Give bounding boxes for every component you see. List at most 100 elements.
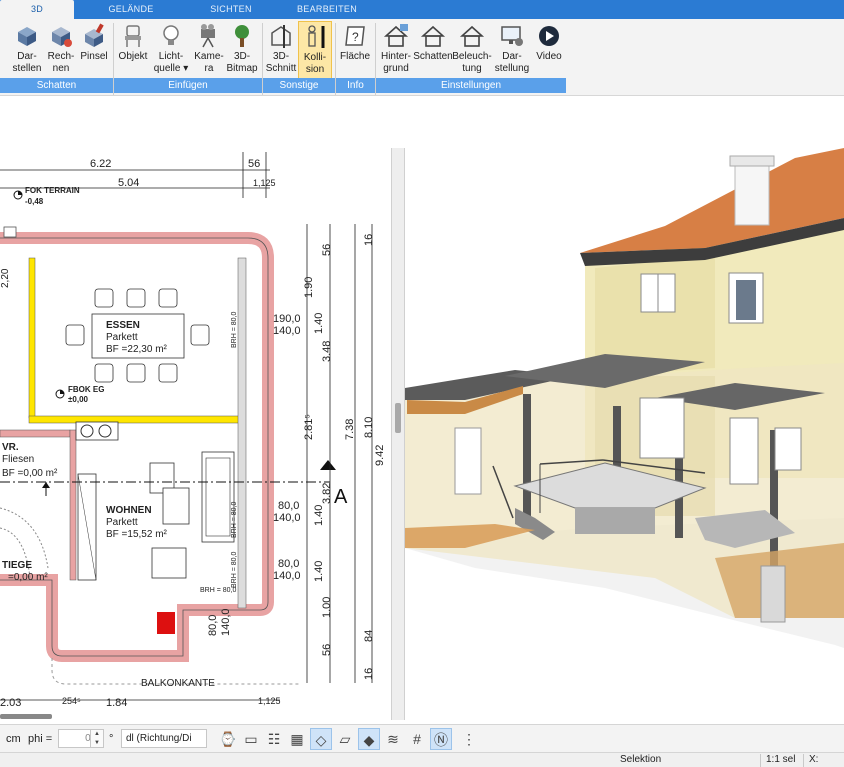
house-lighting-icon [459,25,485,47]
tab-sichten[interactable]: SICHTEN [198,0,264,19]
brush-cube-icon [85,23,104,47]
floor-plan-view[interactable]: 6.22 5.04 56 1,125 FOK TERRAIN -0,48 2,2… [0,148,391,720]
phi-stepper[interactable]: ▲ ▼ [90,729,104,748]
north-icon[interactable]: Ⓝ [430,728,452,750]
dim-left: 2,20 [0,268,11,288]
video-button[interactable]: Video [532,21,566,79]
splitter-grip[interactable] [395,403,401,433]
group-label-schatten: Schatten [0,78,113,93]
dim-right-5: 3.48 [321,341,333,362]
dim-bottom-1: 2.03 [0,697,21,709]
window-label-1: 190,0 [273,313,301,325]
hidden-line-icon[interactable]: ▱ [334,728,356,750]
ribbon: Dar-stellen Rech-nen Pinsel Objekt Licht… [0,19,844,96]
dim-bottom-3: 1.84 [106,697,127,709]
degree-label: ° [109,733,114,745]
darstellung-button[interactable]: Dar-stellung [492,21,532,79]
monitor-settings-icon [501,26,523,46]
brh-label-3: BRH = 80,0 [231,552,238,588]
hintergrund-button[interactable]: Hinter-grund [377,21,415,79]
dim-right-15: 56 [321,644,333,656]
rechnen-button[interactable]: Rech-nen [44,21,78,79]
unit-label: cm [6,733,21,745]
3d-bitmap-button[interactable]: 3D- Bitmap [224,21,260,79]
status-divider [760,754,761,767]
beleuchtung-button[interactable]: Beleuch-tung [452,21,492,79]
window-label-3: 80,0 [278,500,299,512]
tab-3d[interactable]: 3D [0,0,74,19]
3d-schnitt-button[interactable]: 3D- Schnitt [264,21,298,79]
paint-icon[interactable]: ▦ [286,728,308,750]
dim-top-2: 5.04 [118,177,139,189]
room-floor-wohnen: Parkett [106,517,138,528]
phi-label: phi = [28,733,53,745]
texture-icon[interactable]: ≋ [382,728,404,750]
status-divider [803,754,804,767]
camera-icon [201,24,215,48]
status-scale: 1:1 sel [766,754,796,765]
dim-right-8: 8.10 [363,417,375,438]
room-name-essen: ESSEN [106,320,140,331]
dim-bottom-2: 254⁵ [62,696,81,706]
brh-label-4: BRH = 80,0 [200,587,236,594]
window-label-2: 140,0 [273,325,301,337]
status-mode: Selektion [620,754,662,765]
terrain-value: -0,48 [25,197,44,206]
group-label-einfuegen: Einfügen [114,78,262,93]
lichtquelle-button[interactable]: Licht-quelle ▾ [152,21,190,79]
clock-icon[interactable]: ⌚ [217,728,239,750]
room-name-stiege: TIEGE [2,560,32,571]
svg-text:?: ? [352,30,359,44]
kollision-button[interactable]: Kolli-sion [298,21,332,79]
room-name-wohnen: WOHNEN [106,505,152,516]
scrollbar-thumb[interactable] [0,714,52,719]
house-background-icon [383,24,409,47]
status-x-coordinate: X: [809,754,819,765]
dim-right-7: 7.38 [344,419,356,440]
wireframe-view-icon[interactable]: ◇ [310,728,332,750]
dim-right-11: 1.40 [313,505,325,526]
room-area-stiege: =0,00 m² [8,572,48,583]
pinsel-button[interactable]: Pinsel [78,21,110,79]
flaeche-button[interactable]: ? Fläche [337,21,373,79]
collision-person-icon [308,25,325,48]
cube-display-icon [18,27,36,46]
room-floor-vr: Fliesen [2,454,34,465]
area-info-icon: ? [345,26,365,46]
dim-right-2: 56 [321,244,333,256]
room-area-essen: BF =22,30 m² [106,344,168,355]
dim-right-6: 2.81⁵ [303,414,315,440]
group-label-sonstige: Sonstige [263,78,335,93]
dim-top-4: 1,125 [253,178,276,188]
fbok-label: FBOK EG [68,385,104,394]
dim-bottom-4: 1,125 [258,696,281,706]
kamera-button[interactable]: Kame-ra [192,21,226,79]
bottom-toolbar: cm phi = 0,0 ▲▼ ° dl (Richtung/Di ⌚ ▭ ☷ … [0,724,844,752]
video-play-icon [539,26,559,46]
cube-calculate-icon [52,27,72,47]
plan-horizontal-scrollbar[interactable] [0,712,391,720]
room-area-vr: BF =0,00 m² [2,468,58,479]
room-area-wohnen: BF =15,52 m² [106,529,168,540]
group-label-einstellungen: Einstellungen [376,78,566,93]
grid-icon[interactable]: # [406,728,428,750]
layers-icon[interactable]: ☷ [263,728,285,750]
shaded-view-icon[interactable]: ◆ [358,728,380,750]
more-options-icon[interactable]: ⋮ [458,728,480,750]
darstellen-button[interactable]: Dar-stellen [8,21,46,79]
chair-object-icon [125,25,141,47]
lightbulb-icon [163,25,179,45]
monitor-icon[interactable]: ▭ [240,728,262,750]
tab-gelaende[interactable]: GELÄNDE [96,0,166,19]
tab-bearbeiten[interactable]: BEARBEITEN [290,0,364,19]
3d-view[interactable] [405,148,844,720]
terrain-label: FOK TERRAIN [25,186,80,195]
dim-right-3: 1.90 [303,277,315,298]
window-label-6: 140,0 [273,570,301,582]
schatten-button[interactable]: Schatten [413,21,453,79]
ribbon-tab-bar: 3D GELÄNDE SICHTEN BEARBEITEN [0,0,844,19]
objekt-button[interactable]: Objekt [116,21,150,79]
pane-splitter[interactable] [391,148,405,720]
direction-dropdown[interactable]: dl (Richtung/Di [121,729,207,748]
group-label-info: Info [336,78,375,93]
